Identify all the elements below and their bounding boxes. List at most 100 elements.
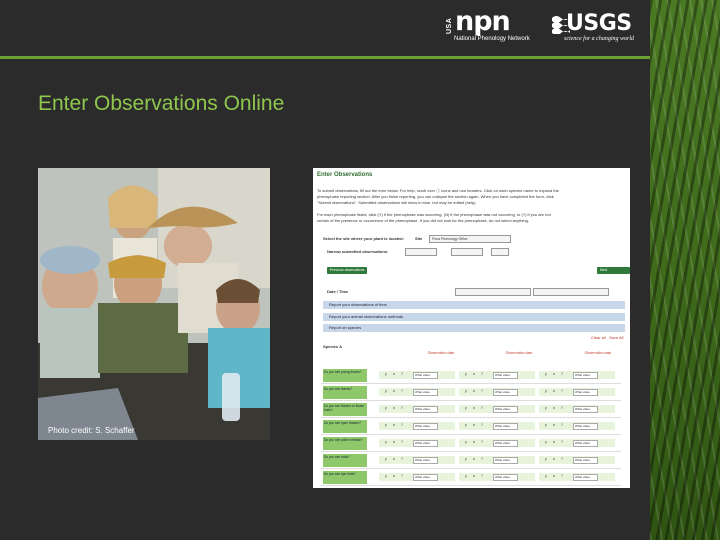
save-all-link[interactable]: Save All	[609, 335, 623, 340]
phenophase-option-no[interactable]: n	[553, 406, 555, 410]
value-select[interactable]: What value	[493, 423, 518, 430]
phenophase-option-unsure[interactable]: ?	[481, 406, 483, 410]
phenophase-option-no[interactable]: n	[473, 440, 475, 444]
value-select[interactable]: What value	[493, 457, 518, 464]
phenophase-option-unsure[interactable]: ?	[481, 423, 483, 427]
phenophase-option-no[interactable]: n	[473, 457, 475, 461]
phenophase-option-unsure[interactable]: ?	[561, 406, 563, 410]
value-select[interactable]: What value	[413, 406, 438, 413]
clear-all-link[interactable]: Clear all	[591, 335, 606, 340]
value-select[interactable]: What value	[573, 406, 598, 413]
value-select[interactable]: What value	[573, 372, 598, 379]
phenophase-option-unsure[interactable]: ?	[401, 406, 403, 410]
value-select[interactable]: What value	[573, 423, 598, 430]
phenophase-option-yes[interactable]: y	[385, 372, 387, 376]
phenophase-option-no[interactable]: n	[393, 389, 395, 393]
value-select[interactable]: What value	[413, 389, 438, 396]
value-select[interactable]: What value	[413, 440, 438, 447]
value-select[interactable]: What value	[573, 457, 598, 464]
phenophase-option-unsure[interactable]: ?	[401, 440, 403, 444]
phenophase-option-yes[interactable]: y	[465, 406, 467, 410]
phenophase-option-unsure[interactable]: ?	[481, 457, 483, 461]
value-select[interactable]: What value	[493, 389, 518, 396]
date-range-select-3[interactable]	[491, 248, 509, 256]
value-select[interactable]: What value	[413, 372, 438, 379]
phenophase-option-yes[interactable]: y	[545, 423, 547, 427]
value-select[interactable]: What value	[413, 423, 438, 430]
expand-bar[interactable]: Report your animal observations methods	[323, 313, 625, 321]
value-select[interactable]: What value	[493, 406, 518, 413]
phenophase-option-unsure[interactable]: ?	[561, 474, 563, 478]
phenophase-option-yes[interactable]: y	[385, 440, 387, 444]
phenophase-option-yes[interactable]: y	[545, 474, 547, 478]
phenophase-option-unsure[interactable]: ?	[561, 389, 563, 393]
phenophase-option-no[interactable]: n	[553, 372, 555, 376]
phenophase-option-no[interactable]: n	[393, 474, 395, 478]
phenophase-option-no[interactable]: n	[553, 389, 555, 393]
phenophase-option-no[interactable]: n	[553, 423, 555, 427]
phenophase-option-no[interactable]: n	[553, 440, 555, 444]
phenophase-option-no[interactable]: n	[393, 423, 395, 427]
phenophase-option-yes[interactable]: y	[385, 457, 387, 461]
phenophase-option-unsure[interactable]: ?	[481, 372, 483, 376]
observation-row: Do you see fruits? y n? What value y n? What v…	[321, 453, 621, 469]
phenophase-option-yes[interactable]: y	[385, 423, 387, 427]
phenophase-option-no[interactable]: n	[473, 474, 475, 478]
phenophase-option-no[interactable]: n	[473, 406, 475, 410]
date-range-select-1[interactable]	[405, 248, 437, 256]
phenophase-option-no[interactable]: n	[473, 372, 475, 376]
phenophase-option-no[interactable]: n	[473, 389, 475, 393]
phenophase-option-yes[interactable]: y	[545, 389, 547, 393]
phenophase-option-unsure[interactable]: ?	[561, 423, 563, 427]
phenophase-option-yes[interactable]: y	[465, 440, 467, 444]
phenophase-option-no[interactable]: n	[473, 423, 475, 427]
value-select[interactable]: What value	[493, 372, 518, 379]
date-input-2[interactable]	[533, 288, 609, 296]
phenophase-option-yes[interactable]: y	[385, 389, 387, 393]
previous-observations-button[interactable]: Previous observations	[327, 267, 368, 274]
phenophase-option-unsure[interactable]: ?	[481, 440, 483, 444]
value-select[interactable]: What value	[573, 389, 598, 396]
phenophase-option-yes[interactable]: y	[465, 457, 467, 461]
value-select[interactable]: What value	[573, 440, 598, 447]
phenophase-option-yes[interactable]: y	[385, 474, 387, 478]
phenophase-option-unsure[interactable]: ?	[561, 372, 563, 376]
phenophase-option-yes[interactable]: y	[545, 406, 547, 410]
phenophase-option-unsure[interactable]: ?	[401, 389, 403, 393]
phenophase-option-unsure[interactable]: ?	[401, 457, 403, 461]
value-select[interactable]: What value	[493, 474, 518, 481]
phenophase-option-unsure[interactable]: ?	[561, 457, 563, 461]
phenophase-option-unsure[interactable]: ?	[561, 440, 563, 444]
next-observations-button[interactable]: Next observations	[597, 267, 630, 279]
value-select[interactable]: What value	[413, 474, 438, 481]
phenophase-option-no[interactable]: n	[393, 406, 395, 410]
phenophase-option-yes[interactable]: y	[465, 474, 467, 478]
phenophase-option-unsure[interactable]: ?	[481, 389, 483, 393]
phenophase-option-unsure[interactable]: ?	[401, 372, 403, 376]
value-select[interactable]: What value	[413, 457, 438, 464]
phenophase-option-yes[interactable]: y	[545, 457, 547, 461]
phenophase-option-unsure[interactable]: ?	[481, 474, 483, 478]
phenophase-option-yes[interactable]: y	[465, 372, 467, 376]
phenophase-option-no[interactable]: n	[393, 372, 395, 376]
form-intro-line: "Submit observations". Submitted observa…	[317, 200, 477, 205]
phenophase-option-unsure[interactable]: ?	[401, 474, 403, 478]
phenophase-option-yes[interactable]: y	[465, 389, 467, 393]
expand-bar[interactable]: Report on species	[323, 324, 625, 332]
species-header[interactable]: Species A	[323, 344, 342, 349]
date-range-select-2[interactable]	[451, 248, 483, 256]
value-select[interactable]: What value	[493, 440, 518, 447]
phenophase-option-no[interactable]: n	[553, 474, 555, 478]
site-select[interactable]: Flora Phenology Office	[429, 235, 511, 243]
date-input-1[interactable]	[455, 288, 531, 296]
phenophase-option-no[interactable]: n	[393, 457, 395, 461]
phenophase-option-yes[interactable]: y	[545, 372, 547, 376]
phenophase-option-no[interactable]: n	[553, 457, 555, 461]
phenophase-option-yes[interactable]: y	[545, 440, 547, 444]
phenophase-option-yes[interactable]: y	[465, 423, 467, 427]
expand-bar[interactable]: Report your observations of time	[323, 301, 625, 309]
value-select[interactable]: What value	[573, 474, 598, 481]
phenophase-option-no[interactable]: n	[393, 440, 395, 444]
phenophase-option-yes[interactable]: y	[385, 406, 387, 410]
phenophase-option-unsure[interactable]: ?	[401, 423, 403, 427]
